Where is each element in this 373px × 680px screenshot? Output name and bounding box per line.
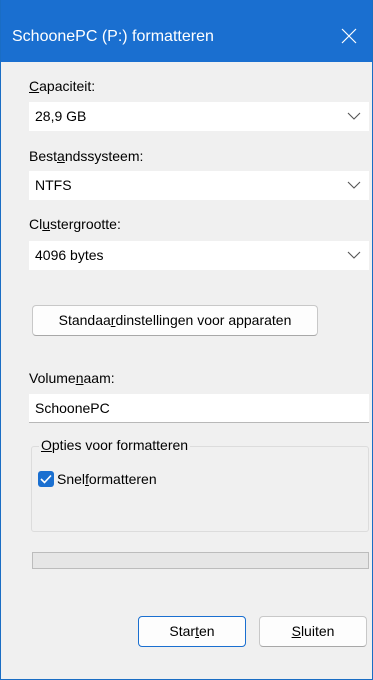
- checkmark-icon: [40, 474, 52, 484]
- chevron-down-icon: [347, 112, 361, 120]
- quick-format-checkbox[interactable]: [38, 471, 54, 487]
- format-progress-bar: [32, 552, 369, 569]
- filesystem-value: NTFS: [35, 177, 72, 193]
- cluster-size-select[interactable]: 4096 bytes: [29, 241, 369, 270]
- capacity-select[interactable]: 28,9 GB: [29, 102, 369, 131]
- volume-label-input[interactable]: SchoonePC: [29, 394, 369, 423]
- chevron-down-icon: [347, 251, 361, 259]
- close-window-button[interactable]: [328, 16, 372, 56]
- filesystem-label: Bestandssysteem:: [29, 148, 144, 164]
- cluster-size-label: Clustergrootte:: [29, 216, 121, 232]
- capacity-label: Capaciteit:: [29, 78, 96, 94]
- volume-label-value: SchoonePC: [35, 400, 110, 416]
- chevron-down-icon: [347, 181, 361, 189]
- window-title: SchoonePC (P:) formatteren: [12, 28, 214, 45]
- format-dialog: SchoonePC (P:) formatteren Capaciteit: 2…: [0, 0, 373, 680]
- volume-label-label: Volumenaam:: [29, 370, 115, 386]
- quick-format-label[interactable]: Snelformatteren: [57, 471, 157, 487]
- format-options-group: [31, 446, 369, 532]
- filesystem-select[interactable]: NTFS: [29, 171, 369, 200]
- capacity-value: 28,9 GB: [35, 108, 87, 124]
- close-button[interactable]: Sluiten: [259, 616, 367, 647]
- format-options-title: Opties voor formatteren: [39, 437, 191, 453]
- title-bar: SchoonePC (P:) formatteren: [1, 0, 372, 62]
- close-icon: [341, 28, 357, 44]
- restore-defaults-button[interactable]: Standaardinstellingen voor apparaten: [32, 305, 318, 336]
- cluster-size-value: 4096 bytes: [35, 247, 104, 263]
- start-button[interactable]: Starten: [138, 616, 246, 647]
